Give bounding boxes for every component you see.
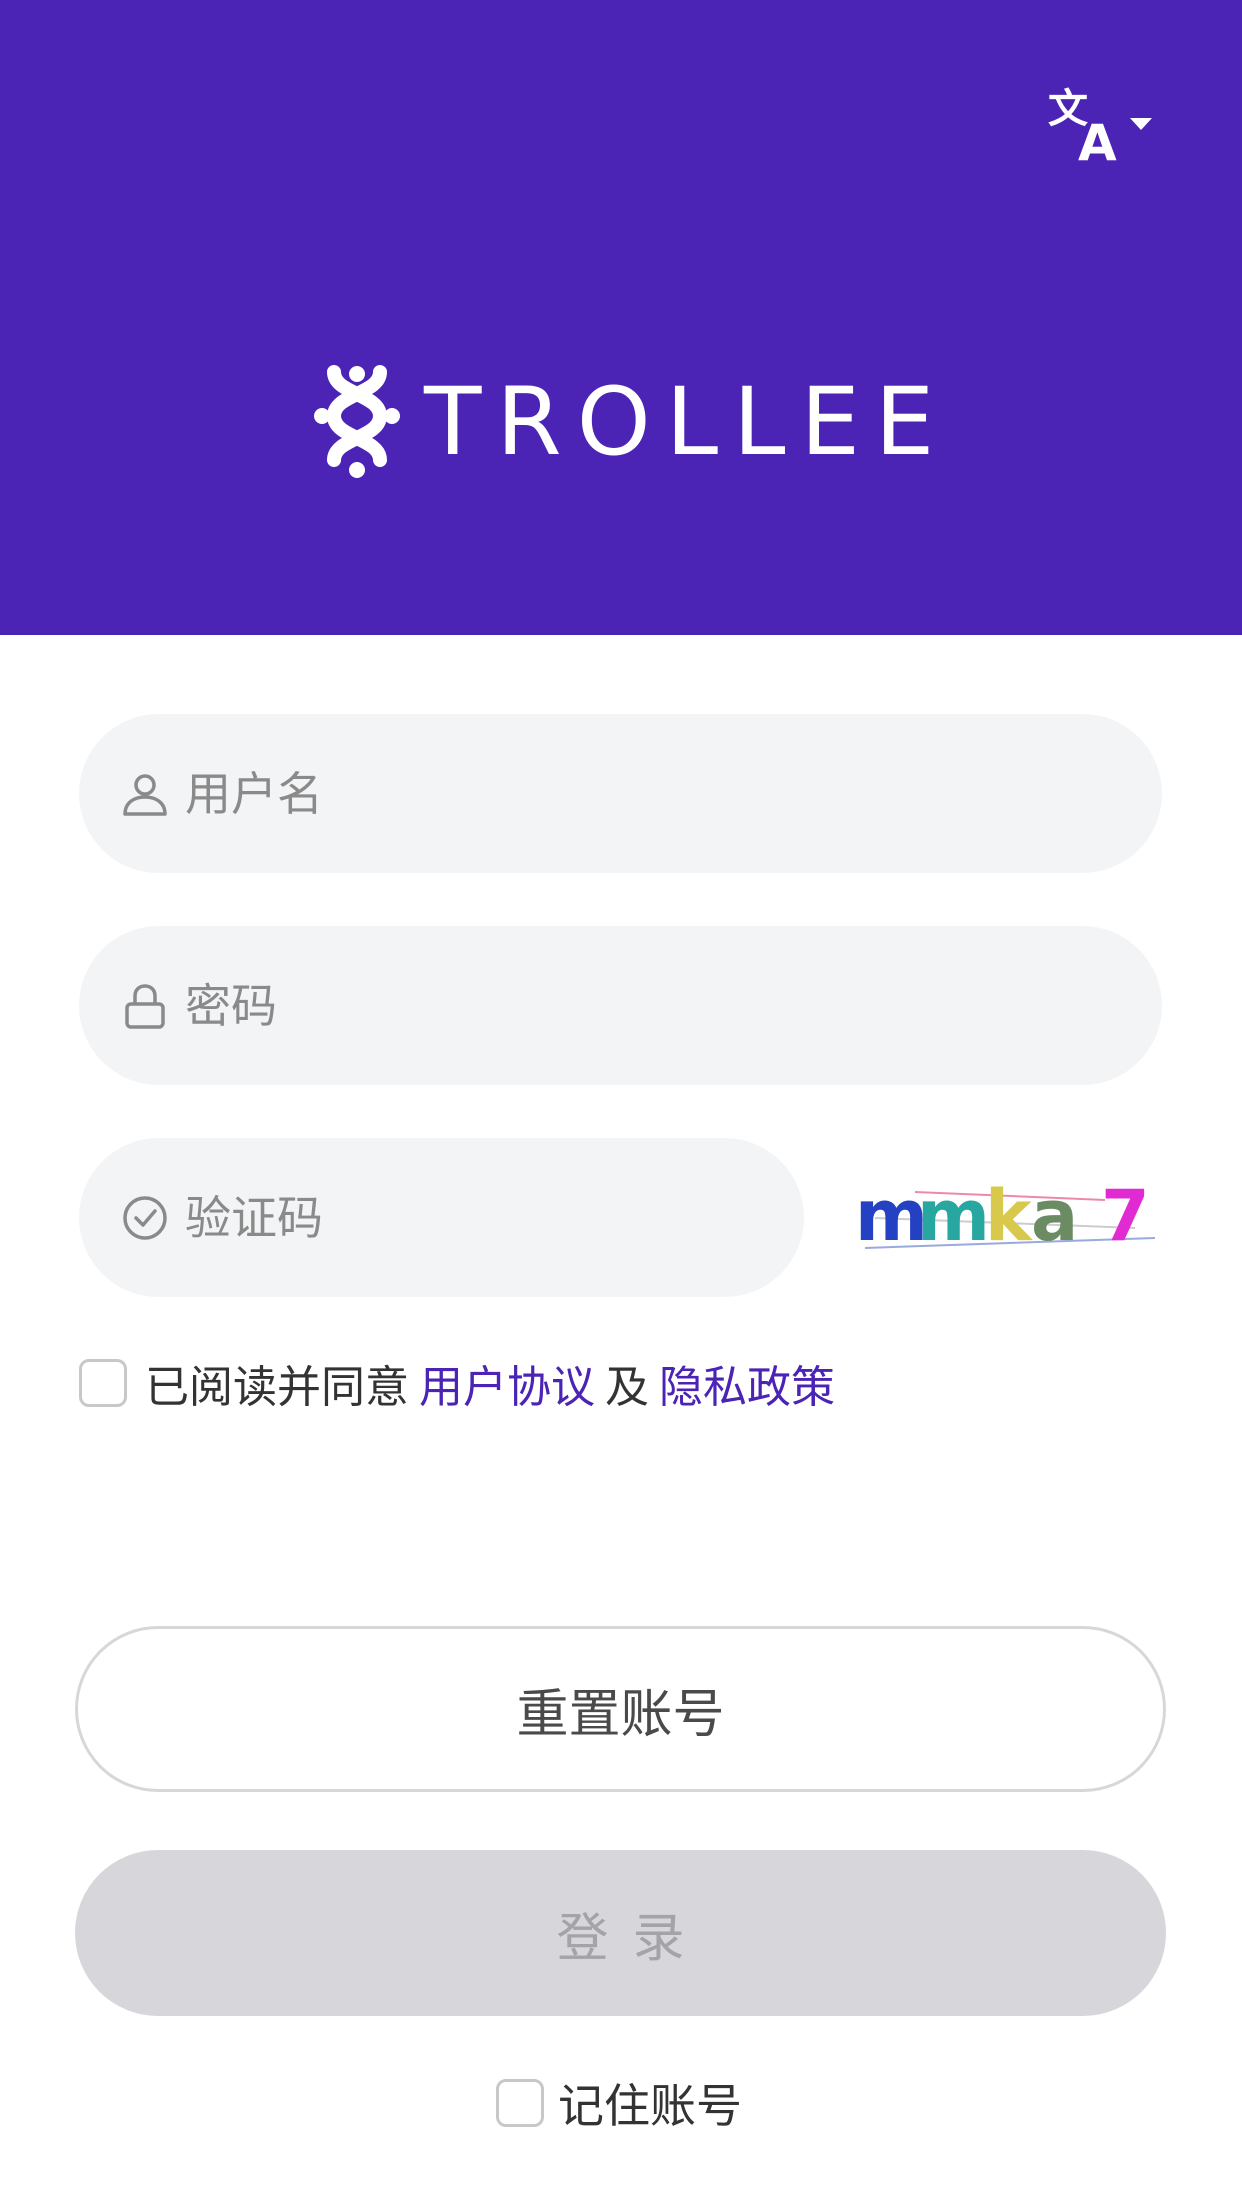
svg-text:m: m	[917, 1178, 990, 1256]
agreement-prefix: 已阅读并同意	[145, 1362, 409, 1413]
username-input[interactable]	[185, 714, 1122, 873]
remember-row: 记住账号	[496, 2075, 742, 2133]
password-input[interactable]	[185, 926, 1122, 1085]
agreement-checkbox[interactable]	[79, 1359, 127, 1407]
captcha-graphic: m m k a 7	[855, 1175, 1165, 1257]
captcha-input[interactable]	[185, 1138, 764, 1297]
svg-text:A: A	[1078, 114, 1117, 166]
captcha-field[interactable]	[79, 1138, 804, 1297]
password-field[interactable]	[79, 926, 1162, 1085]
remember-label: 记住账号	[558, 2079, 742, 2133]
check-circle-icon	[123, 1195, 167, 1240]
svg-text:a: a	[1031, 1178, 1078, 1256]
user-agreement-link[interactable]: 用户协议	[419, 1351, 595, 1415]
header-banner: 文 A TROLLEE	[0, 0, 1242, 635]
trollee-logo-icon	[314, 365, 400, 478]
username-field[interactable]	[79, 714, 1162, 873]
svg-text:7: 7	[1101, 1178, 1150, 1256]
remember-checkbox[interactable]	[496, 2079, 544, 2127]
svg-text:k: k	[985, 1178, 1033, 1256]
language-switcher[interactable]: 文 A	[1040, 86, 1160, 172]
privacy-policy-link[interactable]: 隐私政策	[659, 1351, 835, 1415]
login-button[interactable]: 登录	[75, 1850, 1166, 2016]
caret-down-icon	[1130, 118, 1152, 130]
captcha-image[interactable]: m m k a 7	[855, 1175, 1165, 1257]
user-icon	[123, 773, 167, 816]
brand-logo: TROLLEE	[312, 364, 934, 480]
agreement-row: 已阅读并同意 用户协议 及 隐私政策	[79, 1355, 835, 1413]
reset-account-button[interactable]: 重置账号	[75, 1626, 1166, 1792]
lock-icon	[125, 983, 165, 1029]
agreement-and: 及	[605, 1362, 649, 1413]
brand-name: TROLLEE	[424, 368, 950, 477]
